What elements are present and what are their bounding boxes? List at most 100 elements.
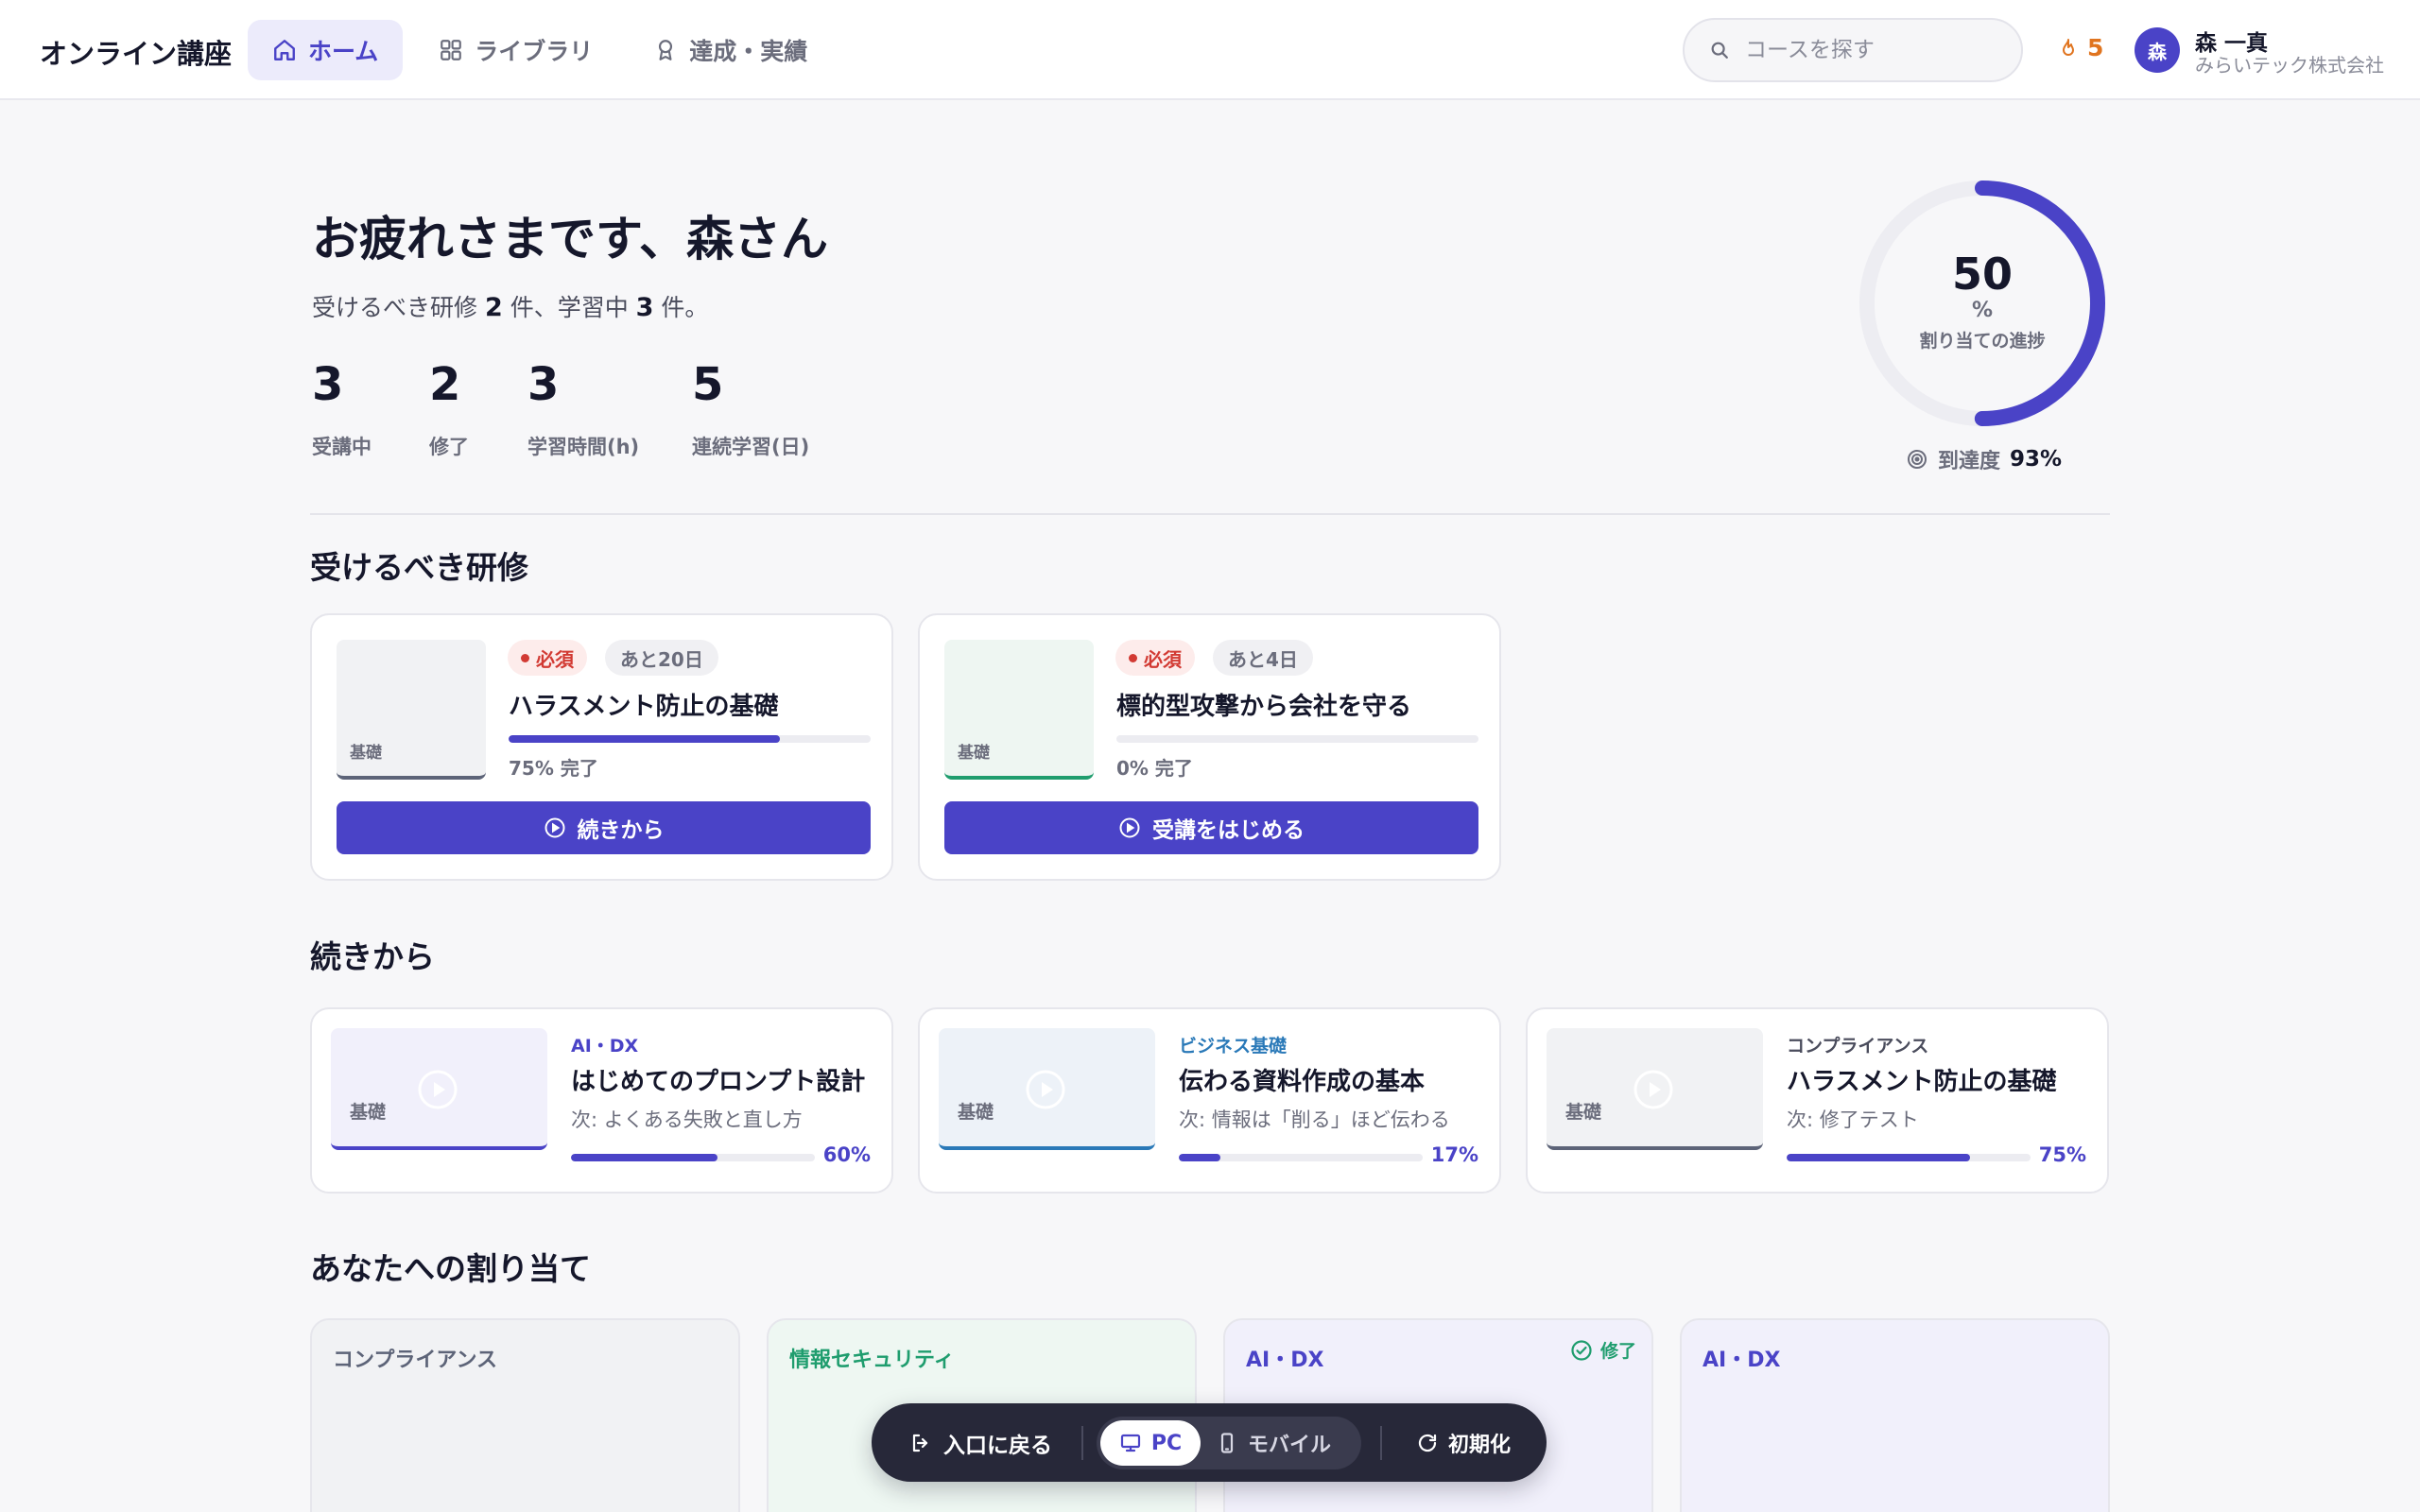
play-icon bbox=[1026, 1070, 1065, 1109]
reset-label: 初期化 bbox=[1448, 1433, 1512, 1457]
required-badge: 必須 bbox=[508, 640, 587, 676]
assignment-card[interactable]: AI・DX bbox=[1680, 1318, 2110, 1512]
continue-course-card[interactable]: 基礎 コンプライアンス ハラスメント防止の基礎 次: 修了テスト 75% bbox=[1526, 1007, 2109, 1194]
course-progress-percent: 60% bbox=[822, 1143, 871, 1166]
course-thumbnail: 基礎 bbox=[939, 1028, 1155, 1150]
progress-unit: % bbox=[1971, 299, 1994, 322]
course-category: コンプライアンス bbox=[1787, 1036, 1929, 1057]
required-section-title: 受けるべき研修 bbox=[310, 549, 528, 586]
nav-library[interactable]: ライブラリ bbox=[414, 20, 617, 80]
stat-label: 受講中 bbox=[312, 436, 372, 458]
course-progress-bar bbox=[1787, 1154, 2031, 1161]
continue-course-card[interactable]: 基礎 AI・DX はじめてのプロンプト設計 次: よくある失敗と直し方 60% bbox=[310, 1007, 893, 1194]
next-lesson: 次: よくある失敗と直し方 bbox=[571, 1108, 803, 1131]
section-divider bbox=[310, 513, 2110, 515]
brand-logo[interactable]: オンライン講座 bbox=[40, 32, 232, 72]
course-title: はじめてのプロンプト設計 bbox=[571, 1068, 866, 1096]
reset-button[interactable]: 初期化 bbox=[1416, 1403, 1511, 1482]
mobile-view-button[interactable]: モバイル bbox=[1216, 1420, 1331, 1466]
reach-label: 到達度 bbox=[1938, 450, 2001, 473]
back-label: 入口に戻る bbox=[943, 1433, 1052, 1458]
play-icon bbox=[1634, 1070, 1673, 1109]
streak-counter[interactable]: 5 bbox=[2059, 34, 2103, 61]
stat-value: 3 bbox=[527, 358, 560, 411]
greeting-heading: お疲れさまです、森さん bbox=[312, 212, 828, 266]
stat-value: 3 bbox=[312, 358, 344, 411]
required-course-card[interactable]: 基礎 必須 あと4日 標的型攻撃から会社を守る 0% 完了 受講をはじめる bbox=[918, 613, 1501, 881]
course-search[interactable] bbox=[1683, 18, 2023, 82]
assignment-card[interactable]: コンプライアンス bbox=[310, 1318, 740, 1512]
progress-fill bbox=[1179, 1154, 1220, 1161]
grid-icon bbox=[441, 40, 462, 60]
search-input[interactable] bbox=[1745, 38, 2000, 62]
assignment-category: 情報セキュリティ bbox=[789, 1349, 955, 1372]
next-lesson: 次: 修了テスト bbox=[1787, 1108, 1919, 1131]
progress-label: 割り当ての進捗 bbox=[1919, 331, 2046, 352]
course-category: ビジネス基礎 bbox=[1179, 1036, 1288, 1057]
continue-course-card[interactable]: 基礎 ビジネス基礎 伝わる資料作成の基本 次: 情報は「削る」ほど伝わる 17% bbox=[918, 1007, 1501, 1194]
assignment-category: AI・DX bbox=[1246, 1349, 1324, 1372]
course-thumbnail: 基礎 bbox=[331, 1028, 547, 1150]
progress-fill bbox=[509, 735, 781, 743]
course-progress-text: 75% 完了 bbox=[509, 757, 598, 780]
main-nav: ホーム ライブラリ 達成・実績 bbox=[248, 20, 832, 80]
nav-home[interactable]: ホーム bbox=[248, 20, 404, 80]
completed-label: 修了 bbox=[1599, 1341, 1636, 1362]
check-circle-icon bbox=[1571, 1339, 1592, 1361]
summary-suffix: 件。 bbox=[653, 294, 709, 321]
button-label: 受講をはじめる bbox=[1152, 818, 1305, 843]
progress-ring: 50 % 割り当ての進捗 bbox=[1855, 176, 2110, 431]
back-to-entry-button[interactable]: 入口に戻る bbox=[909, 1403, 1052, 1482]
nav-achievements[interactable]: 達成・実績 bbox=[629, 20, 832, 80]
flame-icon bbox=[2063, 38, 2074, 56]
thumbnail-level-tag: 基礎 bbox=[350, 744, 382, 763]
due-badge: あと20日 bbox=[605, 640, 718, 676]
thumbnail-level-tag: 基礎 bbox=[350, 1102, 387, 1123]
start-course-button[interactable]: 受講をはじめる bbox=[944, 801, 1478, 854]
award-icon bbox=[659, 40, 673, 60]
course-category: AI・DX bbox=[571, 1036, 639, 1057]
course-title: 標的型攻撃から会社を守る bbox=[1116, 693, 1412, 721]
toolbar-separator bbox=[1081, 1426, 1083, 1460]
continue-section-title: 続きから bbox=[310, 938, 435, 975]
required-course-card[interactable]: 基礎 必須 あと20日 ハラスメント防止の基礎 75% 完了 続きから bbox=[310, 613, 893, 881]
course-thumbnail: 基礎 bbox=[337, 640, 486, 780]
mobile-label: モバイル bbox=[1248, 1434, 1332, 1457]
pc-view-button[interactable]: PC bbox=[1100, 1420, 1201, 1466]
summary-learning-count: 3 bbox=[635, 293, 654, 322]
completed-badge: 修了 bbox=[1570, 1337, 1636, 1363]
reach-value: 93% bbox=[2010, 447, 2063, 472]
stat-value: 2 bbox=[429, 358, 461, 411]
stat-label: 学習時間(h) bbox=[527, 436, 640, 458]
reach-rate: 到達度 93% bbox=[1906, 444, 2062, 474]
toolbar-separator bbox=[1380, 1426, 1382, 1460]
user-organization: みらいテック株式会社 bbox=[2195, 54, 2384, 77]
summary-middle: 件、学習中 bbox=[502, 294, 636, 321]
stat-study-hours: 3 学習時間(h) bbox=[527, 362, 639, 460]
continue-course-button[interactable]: 続きから bbox=[337, 801, 871, 854]
course-thumbnail: 基礎 bbox=[1547, 1028, 1763, 1150]
progress-fill bbox=[571, 1154, 717, 1161]
top-header: オンライン講座 ホーム ライブラリ 達成・実績 5 森 森 一真 みらいテック株… bbox=[0, 0, 2420, 100]
pc-label: PC bbox=[1150, 1431, 1183, 1455]
device-toggle: PC モバイル bbox=[1097, 1417, 1361, 1469]
course-progress-bar bbox=[509, 735, 871, 743]
course-progress-percent: 17% bbox=[1430, 1143, 1478, 1166]
progress-fill bbox=[1787, 1154, 1970, 1161]
next-lesson: 次: 情報は「削る」ほど伝わる bbox=[1179, 1108, 1450, 1131]
course-title: ハラスメント防止の基礎 bbox=[509, 693, 779, 721]
course-progress-percent: 75% bbox=[2038, 1143, 2086, 1166]
nav-home-label: ホーム bbox=[308, 38, 379, 65]
demo-toolbar: 入口に戻る PC モバイル 初期化 bbox=[872, 1403, 1547, 1482]
nav-achievements-label: 達成・実績 bbox=[689, 38, 808, 65]
monitor-icon bbox=[1120, 1434, 1140, 1452]
course-title: 伝わる資料作成の基本 bbox=[1179, 1068, 1426, 1096]
smartphone-icon bbox=[1220, 1433, 1234, 1453]
stat-in-progress: 3 受講中 bbox=[312, 362, 372, 460]
search-icon bbox=[1711, 42, 1728, 59]
user-avatar[interactable]: 森 bbox=[2135, 27, 2180, 73]
summary-required-count: 2 bbox=[484, 293, 503, 322]
summary-line: 受けるべき研修 2 件、学習中 3 件。 bbox=[312, 289, 708, 323]
assignment-category: コンプライアンス bbox=[333, 1349, 498, 1372]
summary-prefix: 受けるべき研修 bbox=[312, 294, 485, 321]
